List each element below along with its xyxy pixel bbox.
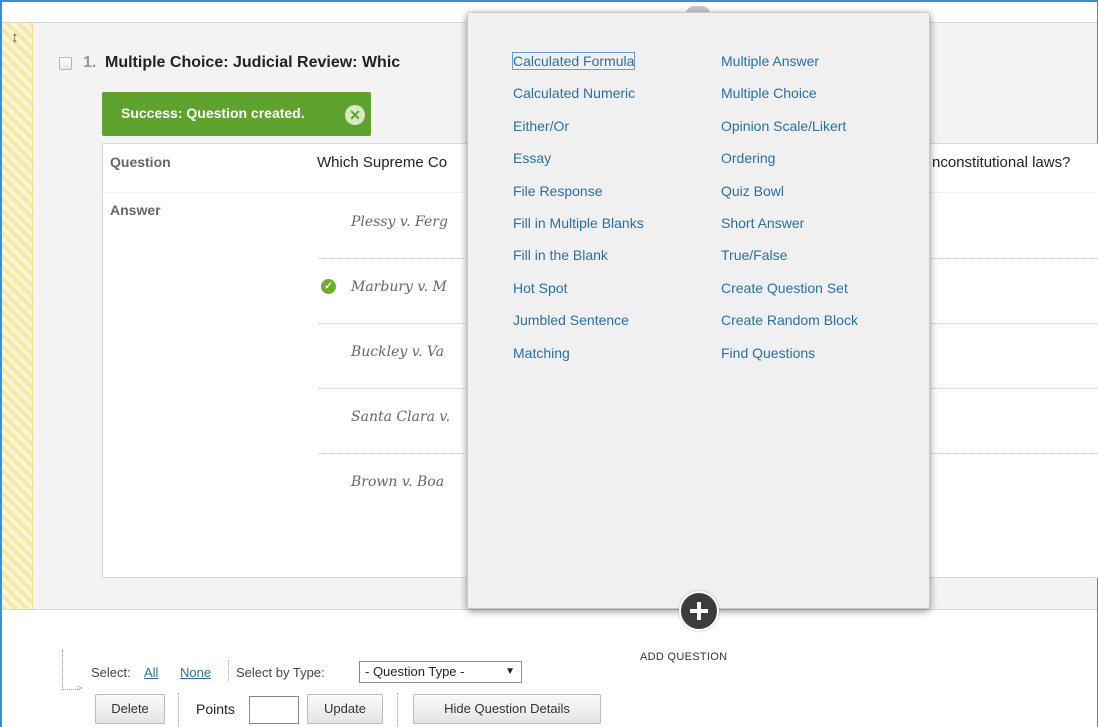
menu-item-hot-spot[interactable]: Hot Spot [513,280,644,312]
points-label: Points [196,701,235,717]
question-type-value: - Question Type - [365,664,465,679]
menu-item-essay[interactable]: Essay [513,150,644,182]
menu-item-multiple-answer[interactable]: Multiple Answer [721,53,858,85]
menu-item-jumbled-sentence[interactable]: Jumbled Sentence [513,312,644,344]
menu-item-true-false[interactable]: True/False [721,247,858,279]
question-checkbox[interactable] [59,57,72,70]
add-question-menu: Calculated Formula Calculated Numeric Ei… [467,12,930,609]
success-message: Success: Question created. ✕ [102,92,371,136]
divider [228,660,229,682]
select-none-link[interactable]: None [180,665,211,680]
question-text: Which Supreme Co [317,154,448,171]
menu-item-quiz-bowl[interactable]: Quiz Bowl [721,183,858,215]
add-question-label[interactable]: ADD QUESTION [640,651,727,663]
points-input[interactable] [249,696,299,724]
question-label: Question [110,154,171,170]
select-all-link[interactable]: All [144,665,158,680]
menu-item-calculated-formula[interactable]: Calculated Formula [511,52,644,85]
answer-text: Plessy v. Ferg [351,214,448,230]
success-text: Success: Question created. [121,105,305,121]
menu-item-find-questions[interactable]: Find Questions [721,345,858,377]
menu-item-fill-in-multiple-blanks[interactable]: Fill in Multiple Blanks [513,215,644,247]
question-type-select[interactable]: - Question Type - ▼ [359,661,522,683]
add-question-plus-icon[interactable] [679,591,719,631]
drag-stripe[interactable]: ↕ [2,23,33,609]
drag-handle-icon[interactable]: ↕ [11,29,19,46]
dropdown-arrow-icon: ▼ [505,666,515,677]
correct-check-icon: ✓ [321,279,336,294]
hide-question-details-button[interactable]: Hide Question Details [413,694,601,724]
menu-column-left: Calculated Formula Calculated Numeric Ei… [511,52,644,377]
menu-item-either-or[interactable]: Either/Or [513,118,644,150]
question-text-tail: nconstitutional laws? [932,154,1071,171]
question-number: 1. [83,54,97,71]
delete-button[interactable]: Delete [95,694,165,724]
divider [178,693,179,727]
tree-arrow-icon: > [77,683,83,693]
menu-column-right: Multiple Answer Multiple Choice Opinion … [721,53,858,377]
menu-item-matching[interactable]: Matching [513,345,644,377]
menu-item-ordering[interactable]: Ordering [721,150,858,182]
menu-item-file-response[interactable]: File Response [513,183,644,215]
answer-text: Brown v. Boa [351,474,445,490]
divider [397,693,398,727]
select-label: Select: [91,665,131,680]
menu-item-create-question-set[interactable]: Create Question Set [721,280,858,312]
menu-item-create-random-block[interactable]: Create Random Block [721,312,858,344]
question-title[interactable]: Multiple Choice: Judicial Review: Whic [105,54,400,72]
answer-text: Buckley v. Va [351,344,445,360]
menu-item-multiple-choice[interactable]: Multiple Choice [721,85,858,117]
answer-text: Santa Clara v. [351,409,451,425]
answer-text: Marbury v. M [351,279,447,295]
menu-item-calculated-numeric[interactable]: Calculated Numeric [513,85,644,117]
menu-item-opinion-scale[interactable]: Opinion Scale/Likert [721,118,858,150]
close-icon[interactable]: ✕ [345,105,365,125]
answer-label: Answer [110,202,161,218]
menu-item-short-answer[interactable]: Short Answer [721,215,858,247]
select-by-type-label: Select by Type: [236,665,325,680]
update-button[interactable]: Update [307,694,383,724]
menu-item-fill-in-the-blank[interactable]: Fill in the Blank [513,247,644,279]
